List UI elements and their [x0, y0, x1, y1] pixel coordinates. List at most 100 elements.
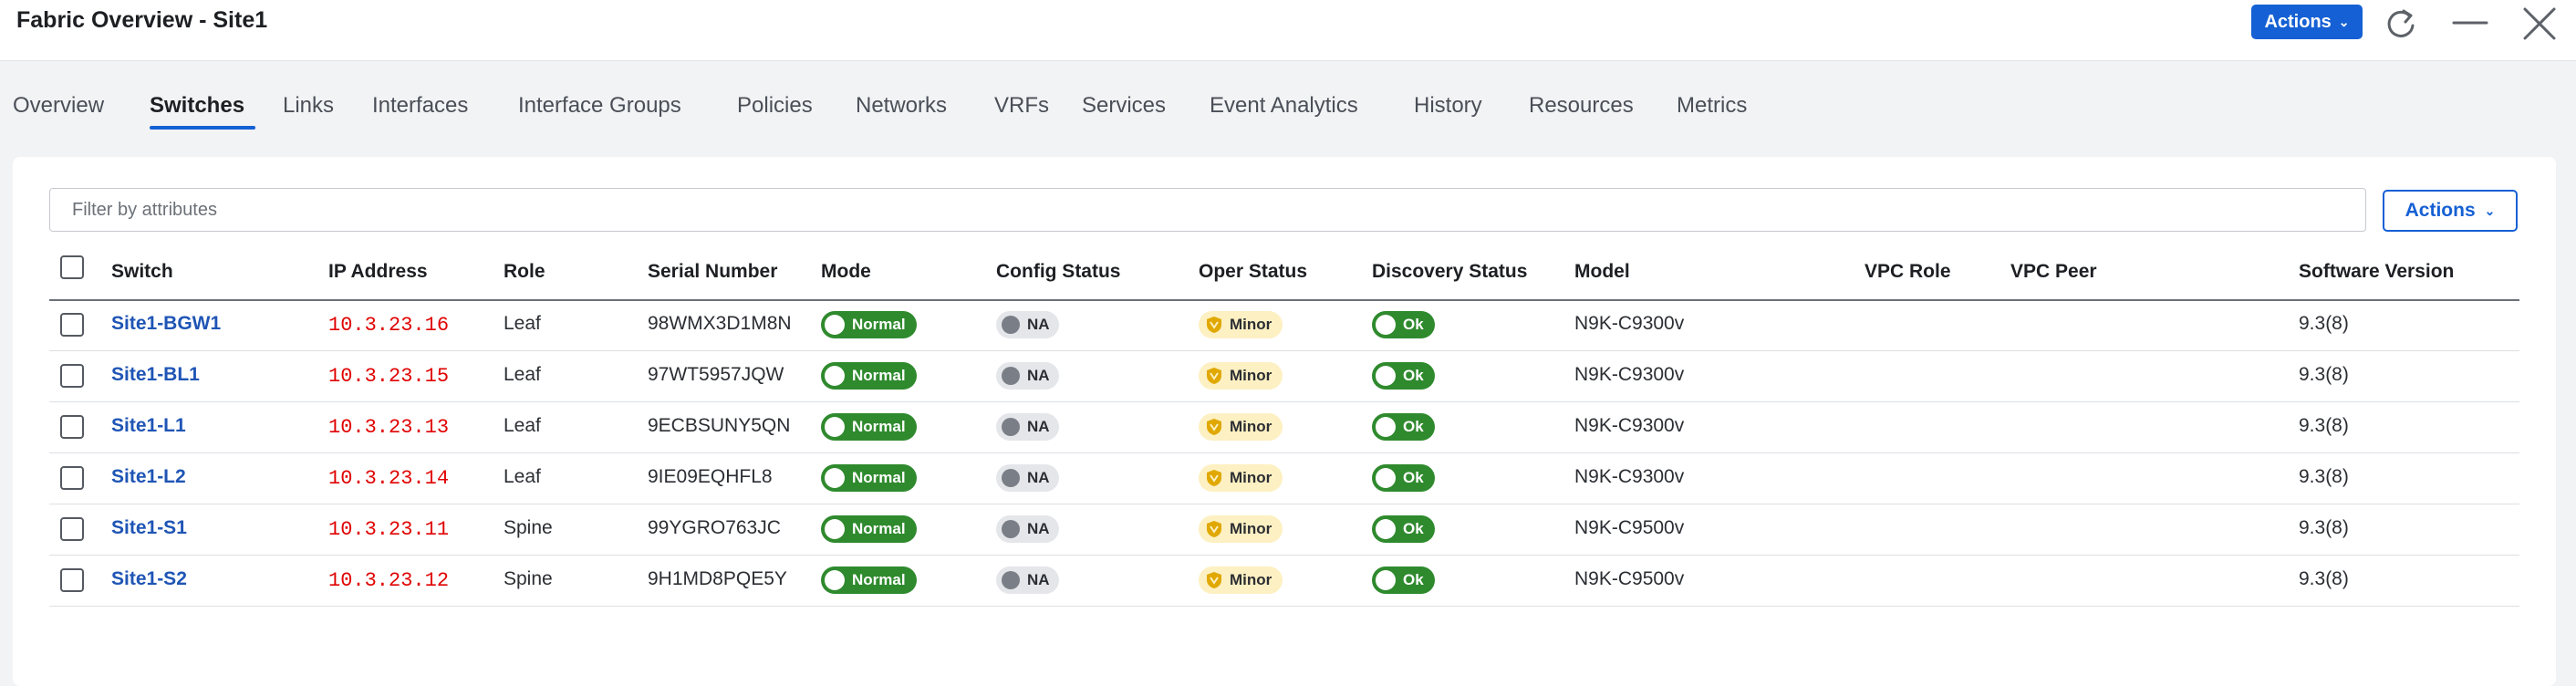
tab-interfaces[interactable]: Interfaces [372, 93, 468, 119]
chevron-down-icon: ⌄ [2484, 203, 2496, 218]
config-status-badge: NA [996, 464, 1059, 492]
row-checkbox[interactable] [60, 313, 84, 337]
status-dot-icon [1002, 418, 1020, 436]
shield-warning-icon [1206, 571, 1222, 589]
row-checkbox[interactable] [60, 568, 84, 592]
switch-name-link[interactable]: Site1-L2 [111, 466, 186, 488]
table-row[interactable]: Site1-L2 10.3.23.14 Leaf 9IE09EQHFL8 Nor… [49, 452, 2519, 504]
status-dot-icon [1002, 571, 1020, 589]
tab-switches[interactable]: Switches [150, 93, 244, 119]
row-checkbox[interactable] [60, 364, 84, 388]
toggle-dot-icon [825, 468, 845, 488]
serial-number: 99YGRO763JC [648, 517, 781, 538]
close-icon[interactable] [2521, 5, 2558, 47]
serial-number: 97WT5957JQW [648, 364, 784, 385]
tab-overview[interactable]: Overview [13, 93, 104, 119]
ip-address: 10.3.23.15 [328, 365, 450, 388]
toggle-dot-icon [825, 519, 845, 539]
select-all-checkbox[interactable] [60, 255, 84, 279]
tab-vrfs[interactable]: VRFs [994, 93, 1049, 119]
mode-badge: Normal [821, 362, 917, 390]
discovery-status-label: Ok [1403, 367, 1424, 384]
shield-warning-icon [1206, 520, 1222, 538]
mode-badge-label: Normal [852, 418, 906, 435]
column-header-config-status[interactable]: Config Status [996, 261, 1121, 283]
model: N9K-C9300v [1574, 415, 1685, 436]
serial-number: 98WMX3D1M8N [648, 313, 792, 334]
tab-metrics[interactable]: Metrics [1677, 93, 1747, 119]
column-header-switch[interactable]: Switch [111, 261, 173, 283]
row-checkbox[interactable] [60, 415, 84, 439]
tab-links[interactable]: Links [283, 93, 334, 119]
minimize-icon[interactable] [2452, 5, 2488, 47]
config-status-badge: NA [996, 413, 1059, 441]
column-header-model[interactable]: Model [1574, 261, 1630, 283]
row-checkbox[interactable] [60, 466, 84, 490]
role: Spine [504, 568, 553, 589]
tab-services[interactable]: Services [1082, 93, 1166, 119]
oper-status-label: Minor [1230, 418, 1272, 435]
column-header-ip-address[interactable]: IP Address [328, 261, 428, 283]
tab-policies[interactable]: Policies [737, 93, 813, 119]
ip-address: 10.3.23.14 [328, 467, 450, 490]
status-dot-icon [1002, 316, 1020, 334]
filter-input[interactable] [49, 188, 2366, 232]
column-header-discovery-status[interactable]: Discovery Status [1372, 261, 1527, 283]
header-actions-label: Actions [2264, 11, 2332, 32]
oper-status-label: Minor [1230, 469, 1272, 486]
tab-resources[interactable]: Resources [1529, 93, 1634, 119]
switches-table: Switch IP Address Role Serial Number Mod… [49, 246, 2519, 611]
oper-status-badge: Minor [1199, 566, 1283, 594]
switch-name-link[interactable]: Site1-L1 [111, 415, 186, 437]
oper-status-badge: Minor [1199, 362, 1283, 390]
config-status-label: NA [1027, 571, 1050, 588]
table-actions-button[interactable]: Actions ⌄ [2383, 190, 2518, 232]
software-version: 9.3(8) [2299, 415, 2349, 436]
page-title: Fabric Overview - Site1 [16, 7, 268, 33]
switch-name-link[interactable]: Site1-BL1 [111, 364, 200, 386]
config-status-label: NA [1027, 316, 1050, 333]
column-header-oper-status[interactable]: Oper Status [1199, 261, 1307, 283]
column-header-vpc-peer[interactable]: VPC Peer [2010, 261, 2097, 283]
column-header-mode[interactable]: Mode [821, 261, 871, 283]
software-version: 9.3(8) [2299, 568, 2349, 589]
toggle-dot-icon [825, 570, 845, 590]
mode-badge: Normal [821, 515, 917, 543]
oper-status-label: Minor [1230, 316, 1272, 333]
config-status-label: NA [1027, 469, 1050, 486]
config-status-badge: NA [996, 566, 1059, 594]
tab-event-analytics[interactable]: Event Analytics [1210, 93, 1358, 119]
refresh-icon[interactable] [2383, 5, 2419, 47]
config-status-label: NA [1027, 418, 1050, 435]
ip-address: 10.3.23.16 [328, 314, 450, 337]
switch-name-link[interactable]: Site1-BGW1 [111, 313, 221, 335]
model: N9K-C9500v [1574, 517, 1685, 538]
table-row[interactable]: Site1-BL1 10.3.23.15 Leaf 97WT5957JQW No… [49, 350, 2519, 402]
model: N9K-C9300v [1574, 466, 1685, 487]
column-header-vpc-role[interactable]: VPC Role [1864, 261, 1951, 283]
discovery-status-label: Ok [1403, 571, 1424, 588]
config-status-badge: NA [996, 362, 1059, 390]
table-row[interactable]: Site1-S2 10.3.23.12 Spine 9H1MD8PQE5Y No… [49, 555, 2519, 607]
tab-networks[interactable]: Networks [856, 93, 947, 119]
table-row[interactable]: Site1-L1 10.3.23.13 Leaf 9ECBSUNY5QN Nor… [49, 401, 2519, 453]
ip-address: 10.3.23.11 [328, 518, 450, 541]
toggle-dot-icon [1376, 315, 1396, 335]
table-row[interactable]: Site1-BGW1 10.3.23.16 Leaf 98WMX3D1M8N N… [49, 299, 2519, 351]
row-checkbox[interactable] [60, 517, 84, 541]
column-header-software-version[interactable]: Software Version [2299, 261, 2454, 283]
tab-interface-groups[interactable]: Interface Groups [518, 93, 681, 119]
switch-name-link[interactable]: Site1-S2 [111, 568, 187, 590]
switch-name-link[interactable]: Site1-S1 [111, 517, 187, 539]
ip-address: 10.3.23.12 [328, 569, 450, 592]
role: Leaf [504, 466, 541, 487]
column-header-role[interactable]: Role [504, 261, 545, 283]
oper-status-label: Minor [1230, 367, 1272, 384]
oper-status-badge: Minor [1199, 413, 1283, 441]
table-row[interactable]: Site1-S1 10.3.23.11 Spine 99YGRO763JC No… [49, 504, 2519, 556]
tab-bar: Overview Switches Links Interfaces Inter… [0, 60, 2576, 137]
software-version: 9.3(8) [2299, 466, 2349, 487]
header-actions-button[interactable]: Actions ⌄ [2251, 5, 2363, 39]
tab-history[interactable]: History [1414, 93, 1482, 119]
column-header-serial-number[interactable]: Serial Number [648, 261, 777, 283]
